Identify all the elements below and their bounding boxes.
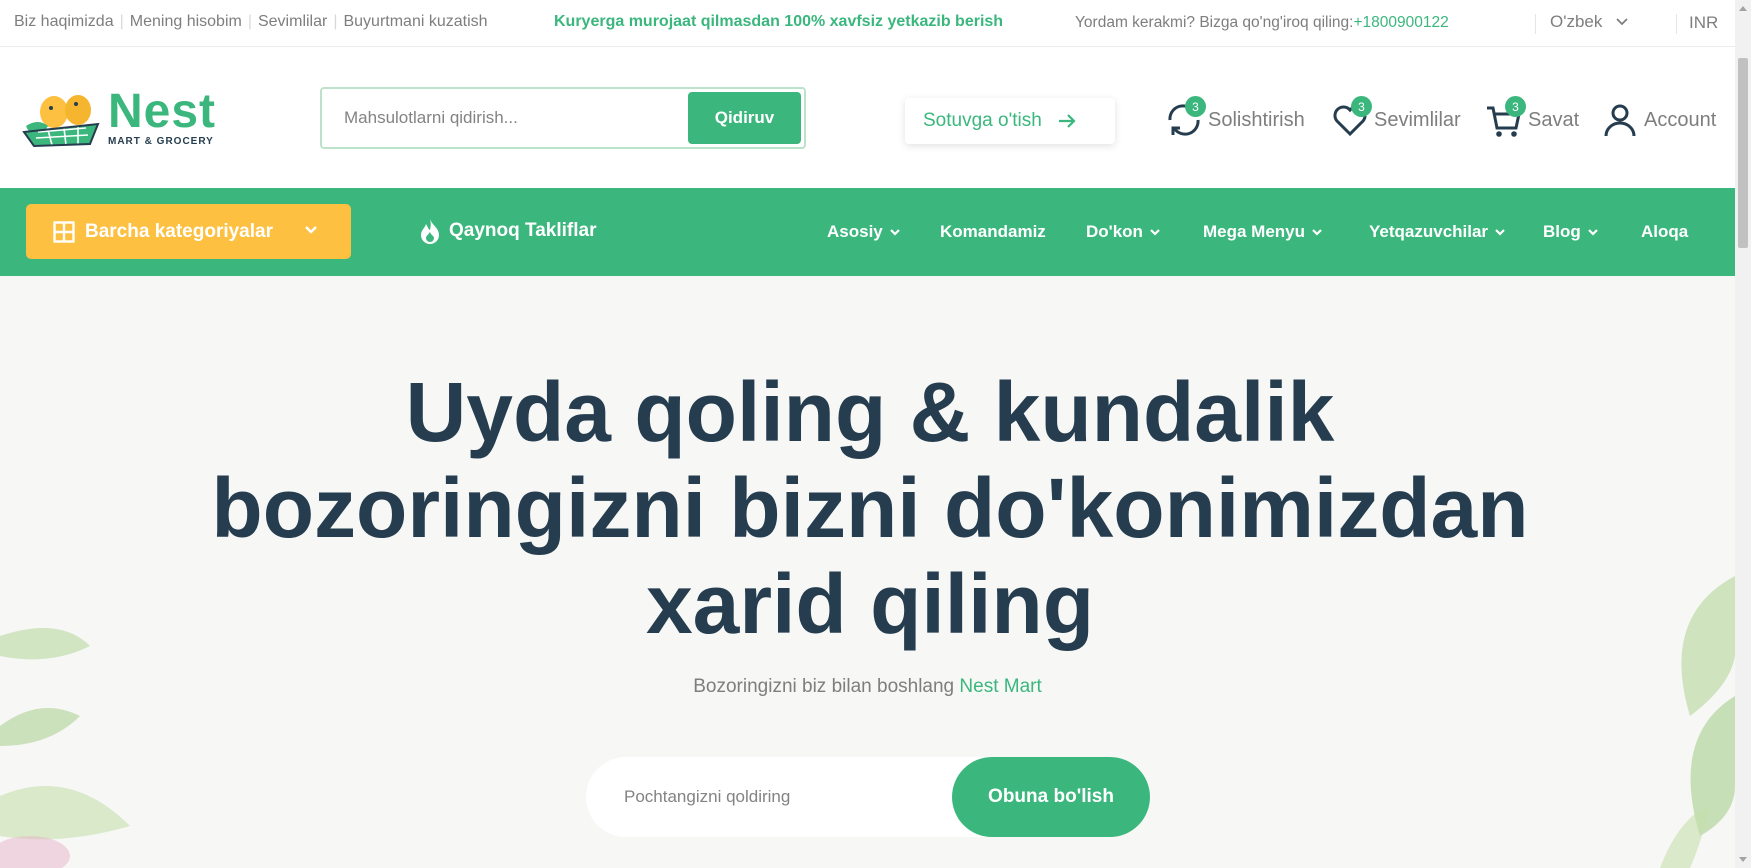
search-bar: Qidiruv bbox=[320, 87, 806, 149]
chevron-down-icon bbox=[305, 226, 317, 234]
divider: | bbox=[119, 13, 124, 30]
cart-icon: 3 bbox=[1484, 96, 1526, 140]
search-input[interactable] bbox=[322, 89, 688, 147]
hot-deals-label: Qaynoq Takliflar bbox=[449, 220, 597, 241]
leaf-decoration-right bbox=[1660, 576, 1735, 868]
help-label: Yordam kerakmi? Bizga qo'ng'iroq qiling: bbox=[1075, 14, 1354, 31]
all-categories-label: Barcha kategoriyalar bbox=[85, 220, 273, 242]
chevron-down-icon bbox=[1312, 229, 1322, 236]
arrow-right-icon bbox=[1058, 114, 1076, 128]
nav-item-label: Do'kon bbox=[1086, 222, 1143, 241]
promo-text: Kuryerga murojaat qilmasdan 100% xavfsiz… bbox=[554, 13, 1004, 30]
nav-item-label: Blog bbox=[1543, 222, 1581, 241]
account-label: Account bbox=[1644, 108, 1717, 131]
hero-headline-line: Uyda qoling & kundalik bbox=[405, 365, 1335, 459]
leaf-decoration-left bbox=[0, 628, 130, 868]
newsletter-form: Obuna bo'lish bbox=[586, 757, 1150, 837]
divider bbox=[1535, 14, 1536, 34]
hero-headline-line: bozoringizni bizni do'konimizdan bbox=[211, 461, 1529, 555]
page-scrollbar[interactable] bbox=[1735, 0, 1751, 868]
chevron-down-icon bbox=[1588, 229, 1598, 236]
chevron-down-icon bbox=[1150, 229, 1160, 236]
nav-item-label: Asosiy bbox=[827, 222, 883, 241]
cart-label: Savat bbox=[1528, 108, 1580, 131]
basket-logo-icon bbox=[22, 95, 100, 148]
top-links: Biz haqimizda | Mening hisobim | Sevimli… bbox=[14, 13, 488, 31]
phone-link[interactable]: +1800900122 bbox=[1353, 14, 1448, 31]
chevron-down-icon bbox=[889, 229, 900, 236]
compare-count-badge: 3 bbox=[1185, 96, 1206, 117]
hero-headline: Uyda qoling & kundalik bozoringizni bizn… bbox=[120, 364, 1620, 652]
heart-icon: 3 bbox=[1330, 96, 1372, 140]
hero-subtitle: Bozoringizni biz bilan boshlang Nest Mar… bbox=[0, 676, 1735, 698]
language-selector[interactable]: O'zbek bbox=[1550, 12, 1629, 32]
wishlist-label: Sevimlilar bbox=[1374, 108, 1461, 131]
chevron-down-icon bbox=[1495, 229, 1505, 236]
top-link-about[interactable]: Biz haqimizda bbox=[14, 13, 114, 31]
subscribe-button[interactable]: Obuna bo'lish bbox=[952, 757, 1150, 837]
logo-wordmark: Nest MART & GROCERY bbox=[108, 84, 217, 147]
cart-count-badge: 3 bbox=[1505, 96, 1526, 117]
scrollbar-thumb[interactable] bbox=[1738, 58, 1748, 248]
logo[interactable]: Nest MART & GROCERY bbox=[18, 84, 217, 148]
top-bar: Biz haqimizda | Mening hisobim | Sevimli… bbox=[0, 0, 1735, 47]
nav-item-mega-menu[interactable]: Mega Menyu bbox=[1203, 222, 1323, 242]
compare-label: Solishtirish bbox=[1208, 108, 1305, 131]
header: Nest MART & GROCERY Qidiruv Sotuvga o'ti… bbox=[0, 48, 1735, 188]
chevron-down-icon bbox=[1616, 18, 1629, 26]
become-vendor-button[interactable]: Sotuvga o'tish bbox=[905, 98, 1115, 144]
currency-selector[interactable]: INR bbox=[1689, 13, 1718, 33]
fire-icon bbox=[421, 219, 439, 244]
user-icon bbox=[1600, 100, 1640, 140]
compare-icon: 3 bbox=[1164, 96, 1206, 140]
account-button[interactable]: Account bbox=[1600, 100, 1716, 140]
nav-item-home[interactable]: Asosiy bbox=[827, 222, 901, 242]
wishlist-count-badge: 3 bbox=[1351, 96, 1372, 117]
hero-headline-line: xarid qiling bbox=[645, 557, 1095, 651]
search-button[interactable]: Qidiruv bbox=[688, 92, 801, 144]
divider: | bbox=[333, 13, 338, 30]
hero-banner: Uyda qoling & kundalik bozoringizni bizn… bbox=[0, 276, 1735, 868]
nav-item-label: Aloqa bbox=[1641, 222, 1689, 241]
divider bbox=[1676, 14, 1677, 34]
main-navbar: Barcha kategoriyalar Qaynoq Takliflar As… bbox=[0, 188, 1735, 276]
email-input[interactable] bbox=[586, 757, 952, 837]
nav-item-label: Mega Menyu bbox=[1203, 222, 1306, 241]
logo-tagline: MART & GROCERY bbox=[108, 135, 214, 147]
nav-item-label: Yetqazuvchilar bbox=[1369, 222, 1489, 241]
hero-subtitle-brand: Nest Mart bbox=[959, 676, 1042, 697]
nav-item-label: Komandamiz bbox=[940, 222, 1046, 241]
wishlist-button[interactable]: 3 Sevimlilar bbox=[1330, 96, 1461, 140]
language-label: O'zbek bbox=[1550, 12, 1603, 31]
divider: | bbox=[247, 13, 252, 30]
nav-item-shop[interactable]: Do'kon bbox=[1086, 222, 1161, 242]
nav-item-contact[interactable]: Aloqa bbox=[1641, 222, 1688, 242]
all-categories-button[interactable]: Barcha kategoriyalar bbox=[26, 204, 351, 259]
cart-button[interactable]: 3 Savat bbox=[1484, 96, 1580, 140]
scroll-down-arrow-icon[interactable] bbox=[1739, 857, 1747, 862]
compare-button[interactable]: 3 Solishtirish bbox=[1164, 96, 1305, 140]
nav-item-team[interactable]: Komandamiz bbox=[940, 222, 1046, 242]
hero-subtitle-text: Bozoringizni biz bilan boshlang bbox=[693, 676, 955, 697]
nav-item-vendors[interactable]: Yetqazuvchilar bbox=[1369, 222, 1506, 242]
logo-name: Nest bbox=[108, 84, 217, 138]
scroll-up-arrow-icon[interactable] bbox=[1739, 6, 1747, 11]
top-link-order-tracking[interactable]: Buyurtmani kuzatish bbox=[343, 13, 487, 31]
hot-deals-link[interactable]: Qaynoq Takliflar bbox=[419, 218, 596, 244]
help-text: Yordam kerakmi? Bizga qo'ng'iroq qiling:… bbox=[1075, 14, 1449, 32]
top-link-wishlist[interactable]: Sevimlilar bbox=[258, 13, 327, 31]
top-link-account[interactable]: Mening hisobim bbox=[130, 13, 242, 31]
grid-icon bbox=[53, 220, 75, 243]
become-vendor-label: Sotuvga o'tish bbox=[923, 110, 1042, 131]
nav-item-blog[interactable]: Blog bbox=[1543, 222, 1599, 242]
